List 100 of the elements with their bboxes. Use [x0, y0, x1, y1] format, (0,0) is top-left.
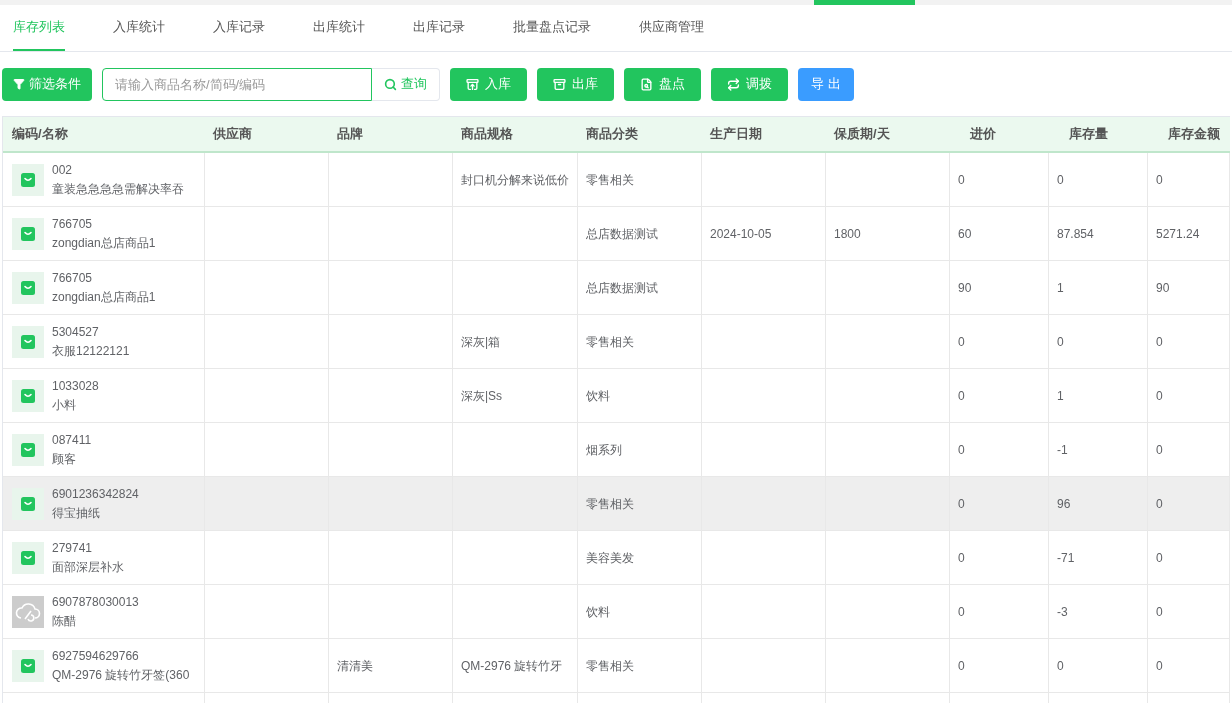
- tab[interactable]: 入库统计: [113, 5, 165, 51]
- table-cell-text: 87.854: [1057, 225, 1094, 243]
- table-cell-text: 90: [1156, 279, 1170, 297]
- table-cell-text: 清清美: [337, 657, 373, 675]
- table-cell-text: -3: [1057, 603, 1068, 621]
- table-cell-text: 总店数据测试: [586, 225, 658, 243]
- column-header: 库存量: [1068, 125, 1108, 144]
- tab[interactable]: 出库统计: [313, 5, 365, 51]
- document-search-icon: [640, 77, 653, 91]
- table-cell-text: 0: [1057, 657, 1064, 675]
- table-row[interactable]: 6907878030013 陈醋 饮料 0 -3 0: [3, 585, 1230, 639]
- table-cell-text: 0: [958, 333, 965, 351]
- product-name: 童装急急急急需解决率吞: [52, 180, 184, 198]
- column-header: 商品规格: [461, 125, 513, 144]
- product-name: 衣服12122121: [52, 342, 130, 360]
- table-cell-text: 0: [958, 495, 965, 513]
- table-cell-text: 封口机分解来说低价: [461, 171, 569, 189]
- table-cell-text: 零售相关: [586, 333, 634, 351]
- column-header: 商品分类: [586, 125, 638, 144]
- archive-icon: [553, 77, 566, 91]
- table-cell-text: 0: [958, 387, 965, 405]
- tab[interactable]: 入库记录: [213, 5, 265, 51]
- column-header: 品牌: [337, 125, 363, 144]
- table-cell-text: 96: [1057, 495, 1071, 513]
- column-header: 生产日期: [710, 125, 762, 144]
- product-code: 087411: [52, 431, 92, 449]
- product-code: 766705: [52, 215, 94, 233]
- table-cell-text: 饮料: [586, 387, 610, 405]
- table-cell-text: 1: [1057, 387, 1064, 405]
- table-cell-text: 饮料: [586, 603, 610, 621]
- table-cell-text: 0: [1156, 333, 1163, 351]
- table-cell-text: 零售相关: [586, 171, 634, 189]
- product-code: 002: [52, 161, 74, 179]
- tab[interactable]: 供应商管理: [639, 5, 704, 51]
- filter-icon: [13, 78, 25, 90]
- table-cell-text: 5271.24: [1156, 225, 1200, 243]
- product-code: 1033028: [52, 377, 99, 395]
- table-cell-text: 美容美发: [586, 549, 634, 567]
- tab[interactable]: 出库记录: [413, 5, 465, 51]
- table-row[interactable]: 279741 面部深层补水 美容美发 0 -71 0: [3, 531, 1230, 585]
- product-code: 6901236342824: [52, 485, 139, 503]
- table-cell-text: 零售相关: [586, 495, 634, 513]
- table-cell-text: 1: [1057, 279, 1064, 297]
- table-cell-text: 0: [1156, 657, 1163, 675]
- product-code: 6927594629766: [52, 647, 140, 665]
- column-header: 编码/名称: [12, 125, 68, 144]
- table-cell-text: 90: [958, 279, 972, 297]
- table-cell-text: 零售相关: [586, 657, 634, 675]
- table-cell-text: 0: [958, 171, 965, 189]
- column-header: 保质期/天: [834, 125, 890, 144]
- table-cell-text: 深灰|Ss: [461, 387, 503, 405]
- product-name: zongdian总店商品1: [52, 288, 156, 306]
- product-name: 顾客: [52, 450, 77, 468]
- table-cell-text: 0: [1156, 387, 1163, 405]
- product-code: 279741: [52, 539, 94, 557]
- product-name: 陈醋: [52, 612, 77, 630]
- column-header: 进价: [969, 125, 996, 144]
- table-cell-text: 烟系列: [586, 441, 622, 459]
- table-cell-text: 0: [958, 603, 965, 621]
- table-cell-text: 0: [958, 441, 965, 459]
- table-row[interactable]: 6901236342824 得宝抽纸 零售相关 0 96 0: [3, 477, 1230, 531]
- table-row[interactable]: 6927594629766 QM-2976 旋转竹牙签(360 清清美 QM-2976 旋转竹牙 零售相关 0 0 0: [3, 639, 1230, 693]
- repeat-icon: [727, 77, 740, 91]
- table-row[interactable]: 766705 zongdian总店商品1 总店数据测试 90 1 90: [3, 261, 1230, 315]
- table-cell-text: 0: [1156, 495, 1163, 513]
- table-row[interactable]: 087411 顾客 烟系列 0 -1 0: [3, 423, 1230, 477]
- column-header: 库存金额: [1167, 125, 1220, 144]
- table-cell-text: 0: [958, 657, 965, 675]
- table-cell-text: 0: [1156, 603, 1163, 621]
- table-row[interactable]: 766705 zongdian总店商品1 总店数据测试 2024-10-05 1800 60 87.854 5271.24: [3, 207, 1230, 261]
- archive-up-icon: [466, 77, 479, 91]
- table-cell-text: 0: [1156, 171, 1163, 189]
- table-cell-text: 0: [1057, 171, 1064, 189]
- table-cell-text: 60: [958, 225, 972, 243]
- search-icon: [384, 77, 397, 91]
- table-cell-text: 0: [1156, 441, 1163, 459]
- product-name: 得宝抽纸: [52, 504, 101, 522]
- table-row[interactable]: 5304527 衣服12122121 深灰|箱 零售相关 0 0 0: [3, 315, 1230, 369]
- table-cell-text: -71: [1057, 549, 1075, 567]
- table-cell-text: -1: [1057, 441, 1068, 459]
- product-name: 面部深层补水: [52, 558, 124, 576]
- table-cell-text: 1800: [834, 225, 861, 243]
- product-name: QM-2976 旋转竹牙签(360: [52, 666, 190, 684]
- product-code: 6907878030013: [52, 593, 139, 611]
- table-cell-text: 总店数据测试: [586, 279, 658, 297]
- table-row[interactable]: 002 童装急急急急需解决率吞 封口机分解来说低价 零售相关 0 0 0: [3, 153, 1230, 207]
- search-field[interactable]: 请输入商品名称/简码/编码: [102, 67, 372, 101]
- product-name: 小料: [52, 396, 77, 414]
- table-cell-text: 0: [958, 549, 965, 567]
- product-code: 766705: [52, 269, 94, 287]
- table-cell-text: QM-2976 旋转竹牙: [461, 657, 563, 675]
- column-header: 供应商: [213, 125, 252, 144]
- table-cell-text: 0: [1057, 333, 1064, 351]
- tab[interactable]: 批量盘点记录: [513, 5, 591, 51]
- product-name: zongdian总店商品1: [52, 234, 156, 252]
- table-cell-text: 0: [1156, 549, 1163, 567]
- product-code: 5304527: [52, 323, 100, 341]
- table-cell-text: 2024-10-05: [710, 225, 772, 243]
- table-row[interactable]: 1033028 小料 深灰|Ss 饮料 0 1 0: [3, 369, 1230, 423]
- table-cell-text: 深灰|箱: [461, 333, 501, 351]
